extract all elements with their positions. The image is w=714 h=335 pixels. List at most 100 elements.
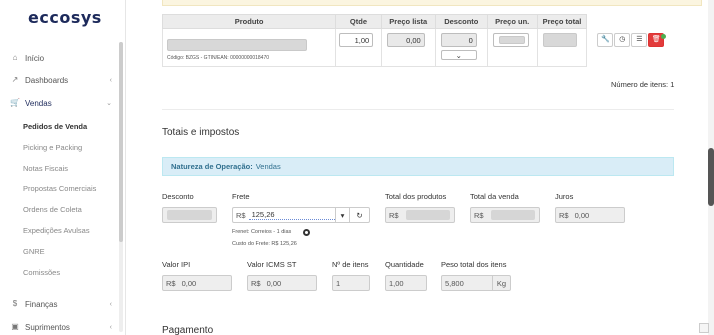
sidebar-sub-notas[interactable]: Notas Fiscais: [23, 164, 68, 173]
dollar-icon: $: [12, 299, 18, 308]
sidebar-item-label: Suprimentos: [25, 322, 70, 332]
itens-label: Nº de itens: [332, 260, 369, 269]
currency-prefix: R$: [166, 278, 176, 288]
ipi-label: Valor IPI: [162, 260, 191, 269]
currency-prefix: R$: [559, 210, 569, 220]
quantidade-label: Quantidade: [385, 260, 424, 269]
sidebar: eccosys ⌂ Início ↗ Dashboards ‹ 🛒 Vendas…: [0, 0, 126, 335]
box-icon: ▣: [11, 322, 19, 331]
sidebar-item-suprimentos[interactable]: ▣ Suprimentos ‹: [0, 317, 120, 335]
peso-unit: Kg: [492, 276, 510, 290]
juros-label: Juros: [555, 192, 574, 201]
wrench-icon[interactable]: 🔧: [597, 32, 614, 47]
section-title-totais: Totais e impostos: [162, 127, 240, 138]
chart-icon: ↗: [11, 75, 19, 84]
cart-icon: 🛒: [10, 98, 20, 107]
sidebar-sub-expedicoes[interactable]: Expedições Avulsas: [23, 226, 90, 235]
desconto-label: Desconto: [162, 192, 194, 201]
total-produtos-field: R$: [385, 207, 455, 223]
main-scrollbar[interactable]: [708, 0, 714, 335]
products-table: Produto Qtde Preço lista Desconto Preço …: [161, 14, 674, 67]
natureza-label: Natureza de Operação:: [171, 162, 253, 171]
itens-value: 1: [336, 278, 341, 288]
sidebar-item-label: Início: [25, 53, 45, 63]
clock-icon[interactable]: ◷: [614, 32, 631, 47]
total-price-field: [542, 33, 577, 47]
ipi-field: R$ 0,00: [162, 275, 232, 291]
stack-icon[interactable]: ☰: [631, 32, 648, 47]
sidebar-item-financas[interactable]: $ Finanças ‹: [0, 294, 120, 314]
col-header-produto: Produto: [161, 14, 337, 29]
frete-field[interactable]: R$ 125,26 ▾ ↻: [232, 207, 370, 223]
caret-down-icon: ▾: [340, 210, 345, 220]
frete-dropdown-button[interactable]: ▾: [335, 208, 349, 222]
status-ok-icon: [661, 34, 666, 39]
num-items-label: Número de itens: 1: [611, 80, 675, 89]
sidebar-item-label: Dashboards: [25, 75, 69, 85]
desconto-field[interactable]: [162, 207, 217, 223]
sidebar-item-dashboards[interactable]: ↗ Dashboards ‹: [0, 70, 120, 90]
chevron-left-icon: ‹: [109, 323, 112, 331]
icms-field: R$ 0,00: [247, 275, 317, 291]
col-header-desconto: Desconto: [434, 14, 488, 29]
itens-field: 1: [332, 275, 370, 291]
total-venda-label: Total da venda: [470, 192, 519, 201]
main-content: Produto Qtde Preço lista Desconto Preço …: [126, 0, 714, 335]
sidebar-sub-ordens[interactable]: Ordens de Coleta: [23, 205, 82, 214]
col-header-preco-total: Preço total: [536, 14, 588, 29]
brand-logo: eccosys: [28, 8, 102, 27]
currency-prefix: R$: [251, 278, 261, 288]
sidebar-sub-propostas[interactable]: Propostas Comerciais: [23, 184, 96, 193]
chevron-left-icon: ‹: [109, 76, 112, 84]
sidebar-item-inicio[interactable]: ⌂ Início: [0, 48, 120, 68]
top-notice-bar: [162, 0, 702, 6]
product-code-label: Código: BZGS - GTIN/EAN: 00000000018470: [167, 55, 270, 61]
quantidade-value: 1,00: [389, 278, 404, 288]
chevron-down-icon: ⌄: [106, 100, 112, 107]
frenet-radio[interactable]: [303, 229, 310, 236]
col-header-preco-un: Preço un.: [486, 14, 538, 29]
qty-input[interactable]: 1,00: [339, 33, 374, 47]
peso-field[interactable]: 5,800 Kg: [441, 275, 511, 291]
discount-field[interactable]: 0: [440, 33, 477, 47]
natureza-operacao-banner: Natureza de Operação: Vendas: [162, 157, 674, 176]
sidebar-sub-pedidos[interactable]: Pedidos de Venda: [23, 122, 87, 131]
frete-label: Frete: [232, 192, 250, 201]
chevron-down-icon: ⌄: [455, 50, 462, 60]
sidebar-scrollbar[interactable]: [119, 42, 123, 332]
frenet-note: Frenet: Correios - 1 dias: [232, 229, 292, 235]
refresh-button[interactable]: ↻: [349, 208, 369, 222]
sidebar-item-vendas[interactable]: 🛒 Vendas ⌄: [0, 93, 120, 113]
icms-label: Valor ICMS ST: [247, 260, 297, 269]
currency-prefix: R$: [474, 210, 484, 220]
juros-value: 0,00: [574, 210, 590, 220]
product-name-field[interactable]: [167, 39, 307, 51]
section-title-pagamento: Pagamento: [162, 325, 214, 335]
total-venda-field: R$: [470, 207, 540, 223]
juros-field[interactable]: R$ 0,00: [555, 207, 625, 223]
home-icon: ⌂: [12, 53, 18, 62]
corner-button[interactable]: [699, 323, 709, 333]
unit-price-input[interactable]: [492, 33, 529, 47]
refresh-icon: ↻: [356, 210, 363, 220]
sidebar-sub-comissoes[interactable]: Comissões: [23, 268, 60, 277]
chevron-left-icon: ‹: [109, 300, 112, 308]
col-header-preco-lista: Preço lista: [380, 14, 436, 29]
col-header-actions: [586, 14, 674, 29]
frete-input[interactable]: 125,26: [248, 210, 335, 220]
sidebar-item-label: Finanças: [25, 299, 58, 309]
peso-label: Peso total dos itens: [441, 260, 507, 269]
custo-frete-note: Custo do Frete: R$ 125,26: [232, 241, 297, 247]
sidebar-sub-gnre[interactable]: GNRE: [23, 247, 45, 256]
table-row: Código: BZGS - GTIN/EAN: 00000000018470 …: [161, 28, 674, 67]
divider: [162, 109, 674, 110]
ipi-value: 0,00: [181, 278, 197, 288]
sidebar-sub-picking[interactable]: Picking e Packing: [23, 143, 82, 152]
sidebar-item-label: Vendas: [25, 98, 52, 108]
col-header-qtde: Qtde: [335, 14, 382, 29]
discount-type-select[interactable]: ⌄: [440, 50, 477, 60]
natureza-value: Vendas: [255, 162, 281, 171]
quantidade-field: 1,00: [385, 275, 427, 291]
total-produtos-label: Total dos produtos: [385, 192, 447, 201]
frete-currency: R$: [236, 210, 246, 220]
